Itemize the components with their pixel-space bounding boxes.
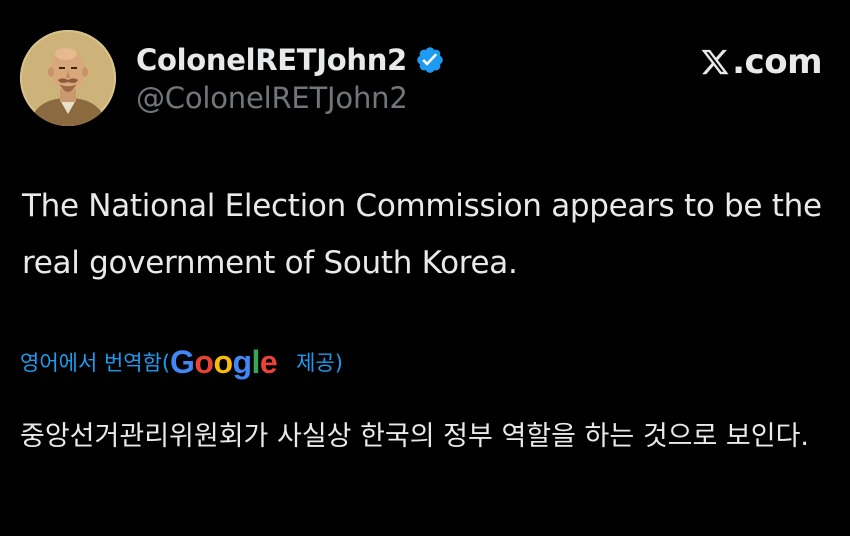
google-logo: Google (170, 342, 290, 382)
verified-badge-icon (415, 45, 445, 75)
author-handle[interactable]: @ColonelRETJohn2 (136, 81, 408, 115)
author-display-name[interactable]: ColonelRETJohn2 (136, 43, 407, 77)
translation-prefix[interactable]: 영어에서 번역함( (20, 347, 170, 377)
avatar[interactable] (20, 30, 116, 126)
translation-attribution[interactable]: 영어에서 번역함( Google 제공) (20, 342, 343, 382)
x-logo-icon (700, 47, 730, 77)
translated-post-text: 중앙선거관리위원회가 사실상 한국의 정부 역할을 하는 것으로 보인다. (20, 421, 810, 452)
avatar-illustration-icon (20, 30, 116, 126)
svg-text:Google: Google (170, 344, 277, 380)
brand-domain-text: .com (732, 42, 822, 82)
brand-watermark: .com (700, 40, 822, 84)
translation-suffix[interactable]: 제공) (296, 347, 343, 377)
author-name-row[interactable]: ColonelRETJohn2 (136, 40, 445, 80)
post-text: The National Election Commission appears… (22, 188, 822, 281)
